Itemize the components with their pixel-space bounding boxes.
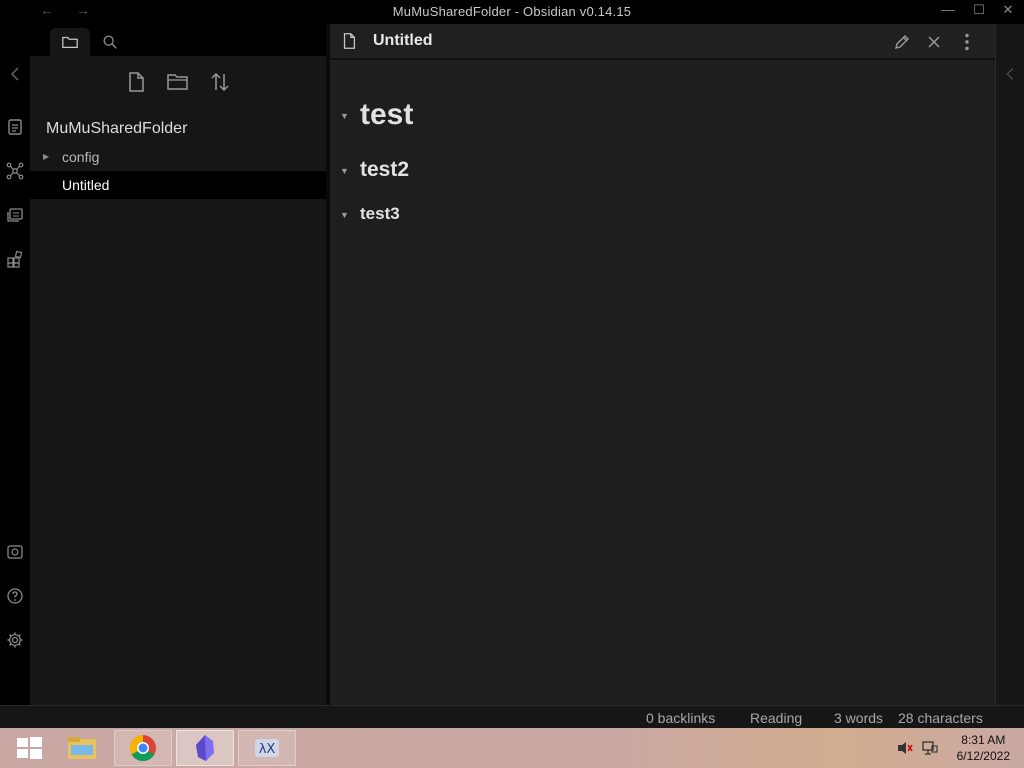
system-clock[interactable]: 8:31 AM 6/12/2022	[957, 732, 1010, 764]
expand-right-sidebar-icon[interactable]	[1001, 64, 1019, 84]
network-icon[interactable]	[921, 740, 939, 756]
heading-2: ▼ test2	[340, 158, 410, 182]
vault-icon[interactable]	[5, 542, 25, 562]
search-icon	[103, 35, 117, 49]
more-options-icon	[965, 33, 969, 51]
taskbar-obsidian[interactable]	[176, 730, 234, 766]
file-explorer-sidebar: MuMuSharedFolder ▶ config Untitled	[30, 24, 330, 705]
tree-item-label: Untitled	[62, 177, 110, 193]
close-window-button[interactable]: ✕	[996, 2, 1020, 18]
tree-file-untitled[interactable]: Untitled	[30, 171, 326, 199]
folder-icon	[62, 36, 78, 49]
clock-time: 8:31 AM	[961, 733, 1006, 747]
fold-arrow-icon[interactable]: ▼	[340, 210, 349, 220]
new-folder-button[interactable]	[166, 70, 190, 94]
sort-order-button[interactable]	[208, 70, 232, 94]
left-ribbon	[0, 24, 30, 705]
document-title[interactable]: Untitled	[373, 32, 433, 50]
pane-header: Untitled	[330, 24, 995, 60]
heading-text: test2	[360, 158, 410, 181]
heading-1: ▼ test	[340, 98, 414, 132]
start-button[interactable]	[0, 730, 58, 766]
document-icon	[343, 33, 356, 49]
taskbar-chrome[interactable]	[114, 730, 172, 766]
right-ribbon	[995, 24, 1024, 705]
taskbar: λX 8:31 AM 6/12/2022	[0, 728, 1024, 768]
obsidian-icon	[196, 735, 214, 761]
speaker-muted-icon[interactable]	[896, 740, 914, 756]
windows-logo-icon	[17, 737, 42, 759]
tree-folder-config[interactable]: ▶ config	[30, 143, 326, 171]
minimize-button[interactable]: —	[936, 2, 960, 17]
settings-icon[interactable]	[5, 630, 25, 650]
heading-text: test3	[360, 204, 400, 223]
edit-icon	[895, 35, 909, 49]
tree-item-label: config	[62, 149, 100, 165]
edit-button[interactable]	[892, 32, 912, 52]
quick-switcher-icon[interactable]	[5, 117, 25, 137]
close-pane-button[interactable]	[924, 32, 944, 52]
maximize-button[interactable]: ☐	[967, 2, 991, 18]
clock-date: 6/12/2022	[956, 749, 1010, 763]
graph-view-icon[interactable]	[5, 161, 25, 181]
editor-pane: Untitled ▼ test ▼ test2 ▼ test3	[330, 24, 995, 705]
chrome-icon	[129, 734, 156, 762]
tab-file-explorer[interactable]	[50, 28, 90, 56]
heading-3: ▼ test3	[340, 204, 400, 224]
file-actions-bar	[30, 68, 330, 98]
fold-arrow-icon[interactable]: ▼	[340, 166, 349, 176]
new-folder-icon	[167, 74, 188, 90]
sort-icon	[211, 72, 229, 92]
collapse-sidebar-icon[interactable]	[5, 64, 25, 84]
view-mode[interactable]: Reading	[750, 710, 802, 726]
templates-icon[interactable]	[5, 249, 25, 269]
heading-text: test	[360, 98, 414, 131]
xming-icon: λX	[255, 739, 279, 757]
taskbar-file-explorer[interactable]	[53, 730, 111, 766]
more-options-button[interactable]	[957, 32, 977, 52]
character-count: 28 characters	[898, 710, 983, 726]
new-note-icon	[129, 72, 144, 92]
taskbar-xming[interactable]: λX	[238, 730, 296, 766]
new-note-button[interactable]	[124, 70, 148, 94]
sidebar-tabs	[30, 24, 330, 56]
status-bar: 0 backlinks Reading 3 words 28 character…	[0, 705, 1024, 728]
tab-search[interactable]	[90, 28, 130, 56]
svg-text:λX: λX	[259, 742, 276, 757]
fold-arrow-icon[interactable]: ▼	[340, 111, 349, 121]
slides-icon[interactable]	[5, 205, 25, 225]
vault-name[interactable]: MuMuSharedFolder	[46, 120, 187, 138]
help-icon[interactable]	[5, 586, 25, 606]
window-title: MuMuSharedFolder - Obsidian v0.14.15	[392, 4, 632, 19]
chevron-right-icon: ▶	[43, 152, 50, 161]
title-bar: ← → MuMuSharedFolder - Obsidian v0.14.15…	[0, 0, 1024, 24]
close-icon	[928, 36, 940, 48]
word-count: 3 words	[834, 710, 884, 726]
backlinks-count[interactable]: 0 backlinks	[646, 710, 715, 726]
file-explorer-icon	[68, 737, 96, 759]
